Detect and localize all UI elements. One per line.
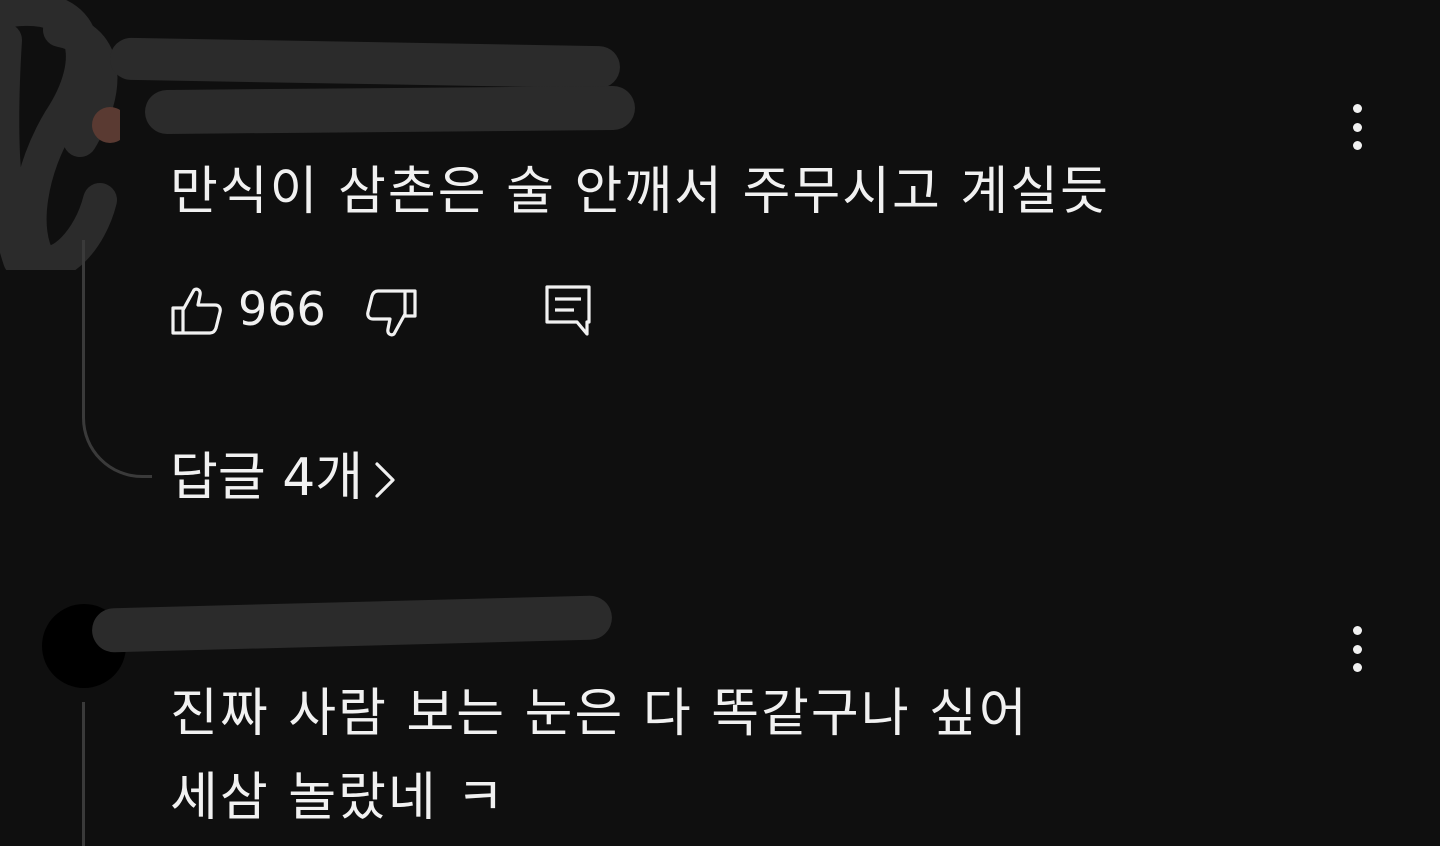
comment-reply-icon[interactable] xyxy=(544,284,592,338)
comment-text: 만식이 삼촌은 술 안깨서 주무시고 계실듯 xyxy=(170,162,1110,222)
thread-line xyxy=(82,702,85,846)
comments-page: 만식이 삼촌은 술 안깨서 주무시고 계실듯 966 답글 4개 진짜 사람 보… xyxy=(0,0,1440,846)
more-vert-icon xyxy=(1352,626,1362,635)
like-count: 966 xyxy=(238,282,326,336)
comment-more-button[interactable] xyxy=(1340,100,1374,154)
view-replies-button[interactable]: 답글 4개 xyxy=(170,452,363,504)
thread-connector xyxy=(82,400,152,478)
thread-line xyxy=(82,240,85,402)
thumb-down-icon[interactable] xyxy=(366,288,418,338)
comment-text-line-1: 진짜 사람 보는 눈은 다 똑같구나 싶어 xyxy=(170,684,1029,744)
thumb-up-icon[interactable] xyxy=(170,286,222,336)
comment-text-line-2: 세삼 놀랐네 ㅋ xyxy=(170,768,507,828)
avatar-redacted[interactable] xyxy=(0,0,120,270)
more-vert-icon xyxy=(1352,104,1362,113)
author-name-redacted[interactable] xyxy=(91,595,613,653)
author-name-redacted[interactable] xyxy=(109,37,621,89)
comment-more-button[interactable] xyxy=(1340,622,1374,676)
author-meta-redacted xyxy=(144,85,636,135)
chevron-right-icon[interactable] xyxy=(372,460,398,500)
